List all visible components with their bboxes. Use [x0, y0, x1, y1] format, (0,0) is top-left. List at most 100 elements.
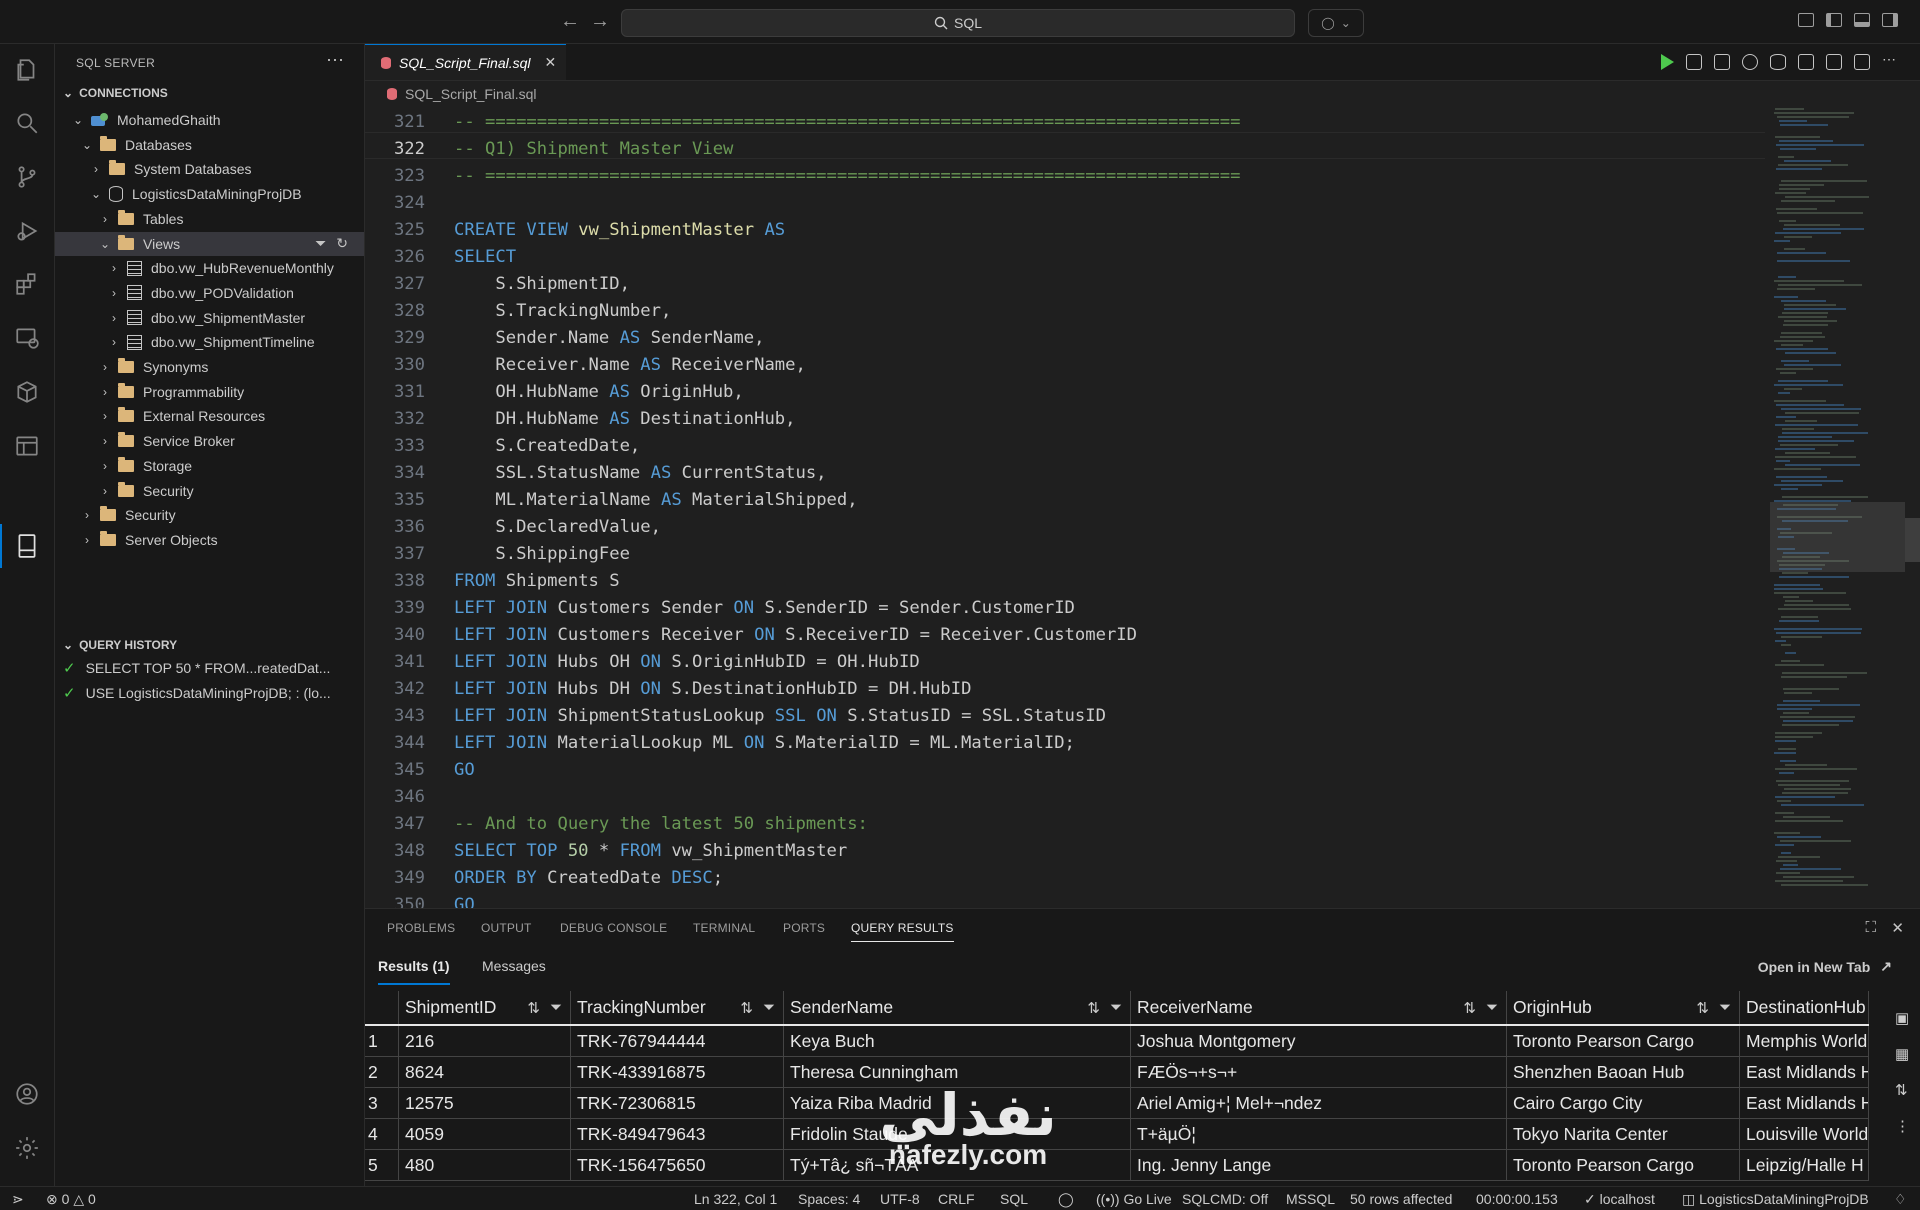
- toggle-secondary-sidebar-icon[interactable]: [1882, 13, 1898, 27]
- table-cell[interactable]: 12575: [399, 1088, 571, 1119]
- tab-problems[interactable]: PROBLEMS: [387, 921, 455, 935]
- tree-item[interactable]: › System Databases: [55, 157, 364, 181]
- filter-icon[interactable]: ⏷: [1486, 999, 1498, 1017]
- explain-plan-icon[interactable]: [1714, 54, 1730, 70]
- history-item[interactable]: ✓ USE LogisticsDataMiningProjDB; : (lo..…: [63, 681, 331, 705]
- sql-server-icon[interactable]: [13, 532, 41, 560]
- sort-icon[interactable]: ⇅: [1087, 999, 1100, 1017]
- table-cell[interactable]: Keya Buch: [784, 1026, 1131, 1057]
- chevron-right-icon[interactable]: ›: [98, 484, 112, 498]
- tab-terminal[interactable]: TERMINAL: [693, 921, 755, 935]
- table-cell[interactable]: TRK-849479643: [571, 1119, 784, 1150]
- filter-icon[interactable]: ⏷: [315, 235, 326, 252]
- language-mode[interactable]: SQL: [1000, 1191, 1028, 1207]
- chevron-down-icon[interactable]: ⌄: [80, 138, 94, 152]
- remote-explorer-icon[interactable]: [13, 324, 41, 352]
- table-cell[interactable]: Shenzhen Baoan Hub: [1507, 1057, 1740, 1088]
- maximize-panel-icon[interactable]: ⛶: [1865, 919, 1876, 936]
- refresh-connection-icon[interactable]: [1742, 54, 1758, 70]
- tree-item[interactable]: › Synonyms: [55, 355, 364, 379]
- editor-scrollbar[interactable]: [1905, 518, 1920, 562]
- sort-icon[interactable]: ⇅: [1696, 999, 1709, 1017]
- notifications-bell-icon[interactable]: ♢: [1894, 1191, 1907, 1208]
- tree-item[interactable]: ⌄ MohamedGhaith: [55, 108, 364, 132]
- table-row[interactable]: 1 216 TRK-767944444 Keya Buch Joshua Montgom…: [365, 1026, 1869, 1057]
- tab-sql-script-final[interactable]: SQL_Script_Final.sql ✕: [365, 44, 566, 80]
- end-of-line[interactable]: CRLF: [938, 1191, 975, 1207]
- chevron-right-icon[interactable]: ›: [98, 385, 112, 399]
- table-icon[interactable]: [1686, 54, 1702, 70]
- table-cell[interactable]: 216: [399, 1026, 571, 1057]
- minimap-slider[interactable]: [1770, 502, 1905, 572]
- more-actions-icon[interactable]: ⋯: [326, 50, 344, 71]
- column-header[interactable]: DestinationHub: [1740, 991, 1869, 1024]
- chevron-right-icon[interactable]: ›: [107, 335, 121, 349]
- more-actions-icon[interactable]: ⋮: [1895, 1117, 1910, 1135]
- table-cell[interactable]: Ariel Amig+¦ Mel+¬ndez: [1131, 1088, 1507, 1119]
- table-cell[interactable]: Toronto Pearson Cargo: [1507, 1150, 1740, 1181]
- results-tab[interactable]: Results (1): [378, 958, 450, 985]
- tree-item[interactable]: › dbo.vw_ShipmentTimeline: [55, 330, 364, 354]
- table-cell[interactable]: FÆÖs¬+s¬+: [1131, 1057, 1507, 1088]
- arrow-right-icon[interactable]: →: [590, 10, 610, 33]
- column-header[interactable]: OriginHub ⇅ ⏷: [1507, 991, 1740, 1024]
- tree-item[interactable]: › dbo.vw_ShipmentMaster: [55, 306, 364, 330]
- table-cell[interactable]: Memphis World: [1740, 1026, 1869, 1057]
- connection-graph-icon[interactable]: [1826, 54, 1842, 70]
- tree-item[interactable]: › Service Broker: [55, 429, 364, 453]
- sql-dialect[interactable]: MSSQL: [1286, 1191, 1335, 1207]
- more-actions-icon[interactable]: ⋯: [1882, 52, 1898, 70]
- tree-item[interactable]: › dbo.vw_PODValidation: [55, 281, 364, 305]
- table-cell[interactable]: TRK-72306815: [571, 1088, 784, 1119]
- refresh-icon[interactable]: ↻: [336, 235, 348, 252]
- chevron-right-icon[interactable]: ›: [98, 212, 112, 226]
- filter-icon[interactable]: ⏷: [550, 999, 562, 1017]
- schema-icon[interactable]: [1798, 54, 1814, 70]
- toggle-primary-sidebar-icon[interactable]: [1826, 13, 1842, 27]
- chevron-right-icon[interactable]: ›: [107, 261, 121, 275]
- open-in-new-tab-button[interactable]: Open in New Tab ↗: [1758, 958, 1892, 975]
- filter-icon[interactable]: ⏷: [763, 999, 775, 1017]
- chevron-right-icon[interactable]: ›: [80, 508, 94, 522]
- chevron-right-icon[interactable]: ›: [98, 409, 112, 423]
- table-cell[interactable]: Ing. Jenny Lange: [1131, 1150, 1507, 1181]
- customize-layout-icon[interactable]: [1798, 13, 1814, 27]
- indentation[interactable]: Spaces: 4: [798, 1191, 860, 1207]
- chevron-down-icon[interactable]: ⌄: [71, 113, 85, 127]
- tree-item[interactable]: ⌄ Views ⏷ ↻: [55, 231, 364, 256]
- table-cell[interactable]: Leipzig/Halle H: [1740, 1150, 1869, 1181]
- sort-icon[interactable]: ⇅: [527, 999, 540, 1017]
- database-icon[interactable]: [13, 432, 41, 460]
- chevron-right-icon[interactable]: ›: [89, 162, 103, 176]
- table-cell[interactable]: Louisville World: [1740, 1119, 1869, 1150]
- problems-indicator[interactable]: ⊗ 0 △ 0: [46, 1191, 96, 1208]
- run-debug-icon[interactable]: [13, 217, 41, 245]
- table-cell[interactable]: East Midlands H: [1740, 1088, 1869, 1119]
- packages-icon[interactable]: [13, 378, 41, 406]
- table-row[interactable]: 2 8624 TRK-433916875 Theresa Cunningham FÆÖs…: [365, 1057, 1869, 1088]
- history-item[interactable]: ✓ SELECT TOP 50 * FROM...reatedDat...: [63, 656, 330, 680]
- remote-indicator-icon[interactable]: ⋗: [12, 1191, 24, 1208]
- search-icon[interactable]: [13, 109, 41, 137]
- copilot-status-icon[interactable]: ◯: [1058, 1191, 1074, 1208]
- tree-item[interactable]: › Programmability: [55, 380, 364, 404]
- code-editor[interactable]: 321 -- ==================================…: [365, 108, 1765, 909]
- column-header[interactable]: TrackingNumber ⇅ ⏷: [571, 991, 784, 1024]
- chevron-right-icon[interactable]: ›: [80, 533, 94, 547]
- chevron-right-icon[interactable]: ›: [98, 459, 112, 473]
- table-cell[interactable]: Joshua Montgomery: [1131, 1026, 1507, 1057]
- split-editor-icon[interactable]: [1854, 54, 1870, 70]
- messages-tab[interactable]: Messages: [482, 958, 546, 974]
- database-status[interactable]: ◫ LogisticsDataMiningProjDB: [1682, 1191, 1869, 1208]
- chevron-down-icon[interactable]: ⌄: [98, 237, 112, 251]
- results-grid[interactable]: ShipmentID ⇅ ⏷ TrackingNumber ⇅ ⏷ SenderName ⇅ ⏷…: [365, 991, 1869, 1181]
- breadcrumb[interactable]: SQL_Script_Final.sql: [365, 83, 537, 105]
- tab-output[interactable]: OUTPUT: [481, 921, 532, 935]
- tree-item[interactable]: › dbo.vw_HubRevenueMonthly: [55, 256, 364, 280]
- extensions-icon[interactable]: [13, 270, 41, 298]
- table-cell[interactable]: 4059: [399, 1119, 571, 1150]
- explorer-icon[interactable]: [13, 56, 41, 84]
- tree-item[interactable]: ⌄ Databases: [55, 133, 364, 157]
- table-cell[interactable]: 8624: [399, 1057, 571, 1088]
- tree-item[interactable]: › Storage: [55, 454, 364, 478]
